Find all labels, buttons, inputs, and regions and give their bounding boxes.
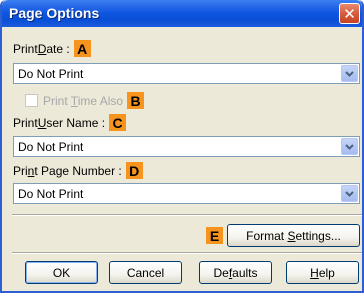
format-settings-label: Format Settings... bbox=[246, 228, 341, 243]
close-icon: ✕ bbox=[343, 4, 356, 23]
separator bbox=[12, 252, 362, 254]
print-page-number-select[interactable]: Do Not Print bbox=[13, 183, 360, 204]
callout-badge-b: B bbox=[127, 92, 145, 109]
close-button[interactable]: ✕ bbox=[339, 3, 360, 24]
format-settings-button[interactable]: Format Settings... bbox=[227, 224, 360, 247]
title-bar[interactable]: Page Options ✕ bbox=[2, 0, 362, 27]
print-user-name-label: Print User Name : C bbox=[13, 114, 127, 131]
print-page-number-value: Do Not Print bbox=[18, 187, 84, 201]
callout-badge-c: C bbox=[109, 114, 127, 131]
window-title: Page Options bbox=[9, 5, 100, 21]
print-user-name-select[interactable]: Do Not Print bbox=[13, 136, 360, 157]
callout-badge-e: E bbox=[206, 227, 223, 244]
print-time-also-checkbox[interactable] bbox=[25, 94, 38, 107]
ok-label: OK bbox=[52, 265, 71, 280]
print-page-number-label: Pri n t Page Number : D bbox=[13, 162, 143, 179]
defaults-label: Defaults bbox=[213, 265, 258, 280]
print-time-also-row[interactable]: Print Time Also B bbox=[25, 92, 145, 109]
ok-button[interactable]: OK bbox=[25, 261, 98, 284]
print-date-select[interactable]: Do Not Print bbox=[13, 63, 360, 84]
cancel-label: Cancel bbox=[126, 265, 165, 280]
help-label: Help bbox=[310, 265, 335, 280]
callout-badge-d: D bbox=[125, 162, 143, 179]
cancel-button[interactable]: Cancel bbox=[109, 261, 182, 284]
defaults-button[interactable]: Defaults bbox=[199, 261, 272, 284]
print-date-label: Print Date : A bbox=[13, 40, 91, 57]
chevron-down-icon[interactable] bbox=[341, 65, 358, 82]
print-user-name-value: Do Not Print bbox=[18, 140, 84, 154]
callout-badge-a: A bbox=[73, 40, 91, 57]
help-button[interactable]: Help bbox=[286, 261, 359, 284]
page-options-dialog: Page Options ✕ Print Date : A Do Not Pri… bbox=[0, 0, 364, 293]
print-date-value: Do Not Print bbox=[18, 67, 84, 81]
print-time-also-label: Print Time Also bbox=[43, 93, 124, 108]
chevron-down-icon[interactable] bbox=[341, 138, 358, 155]
chevron-down-icon[interactable] bbox=[341, 185, 358, 202]
separator bbox=[12, 214, 362, 216]
